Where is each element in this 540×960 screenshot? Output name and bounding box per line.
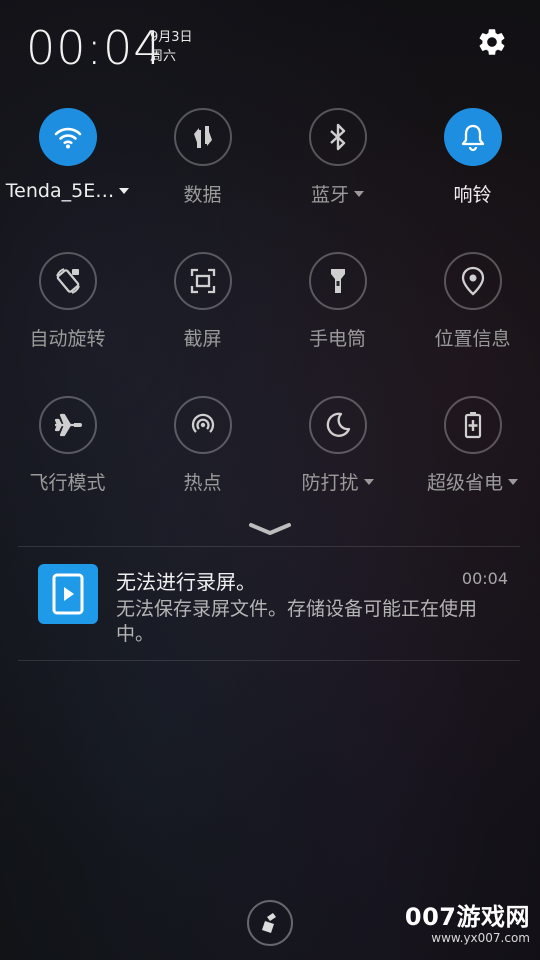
chevron-down-icon[interactable]	[119, 188, 130, 194]
notification-time: 00:04	[461, 569, 508, 588]
tile-auto-rotate-label: 自动旋转	[29, 328, 106, 350]
wifi-toggle[interactable]	[38, 108, 97, 166]
tile-bluetooth[interactable]: 蓝牙	[270, 108, 405, 207]
tile-mobile-data[interactable]: 数据	[135, 108, 270, 207]
tile-ringer-label: 响铃	[453, 184, 492, 206]
wifi-icon	[54, 127, 81, 149]
screenshot-toggle[interactable]	[173, 252, 232, 310]
notification-body: 无法保存录屏文件。存储设备可能正在使用中。	[116, 598, 478, 645]
tile-ringer[interactable]: 响铃	[405, 108, 540, 207]
hotspot-icon	[191, 413, 214, 433]
notification-app-icon	[38, 564, 98, 624]
tile-hotspot[interactable]: 热点	[135, 396, 270, 495]
divider	[18, 660, 520, 661]
tile-screenshot[interactable]: 截屏	[135, 252, 270, 351]
tile-do-not-disturb-label-text: 防打扰	[301, 472, 359, 494]
tile-bluetooth-label: 蓝牙	[311, 180, 364, 207]
weekday-text: 周六	[150, 49, 177, 64]
tile-wifi[interactable]: Tenda_5E…	[0, 108, 135, 202]
tile-auto-rotate[interactable]: 自动旋转	[0, 252, 135, 351]
tile-hotspot-label: 热点	[183, 472, 222, 494]
watermark-logo: 007游戏网 www.yx007.com	[405, 903, 530, 945]
tile-location-label: 位置信息	[434, 328, 511, 350]
tile-mobile-data-label: 数据	[183, 184, 222, 206]
bluetooth-icon	[329, 123, 345, 151]
clear-all-button[interactable]	[247, 900, 293, 946]
ringer-toggle[interactable]	[443, 108, 502, 166]
tile-screenshot-label: 截屏	[183, 328, 222, 350]
tile-do-not-disturb-label: 防打扰	[301, 468, 374, 495]
tile-do-not-disturb[interactable]: 防打扰	[270, 396, 405, 495]
hotspot-toggle[interactable]	[173, 396, 232, 454]
expand-handle-icon[interactable]	[247, 520, 293, 538]
tile-flashlight-label: 手电筒	[308, 328, 366, 350]
tile-wifi-label-text: Tenda_5E…	[5, 180, 115, 202]
settings-button[interactable]	[474, 24, 510, 60]
divider	[18, 546, 520, 547]
moon-icon	[326, 412, 350, 437]
flashlight-icon	[330, 269, 345, 293]
chevron-down-icon[interactable]	[363, 478, 374, 485]
tile-battery-saver[interactable]: 超级省电	[405, 396, 540, 495]
tile-wifi-label: Tenda_5E…	[5, 180, 130, 202]
tile-airplane[interactable]: 飞行模式	[0, 396, 135, 495]
flashlight-toggle[interactable]	[308, 252, 367, 310]
notification-title: 无法进行录屏。	[116, 570, 256, 594]
tile-bluetooth-label-text: 蓝牙	[310, 184, 349, 206]
watermark-url: www.yx007.com	[431, 931, 530, 945]
tile-flashlight[interactable]: 手电筒	[270, 252, 405, 351]
tile-battery-saver-label-text: 超级省电	[426, 472, 503, 494]
screen-record-icon	[52, 573, 84, 615]
broom-icon	[262, 913, 276, 933]
tile-location[interactable]: 位置信息	[405, 252, 540, 351]
battery-saver-toggle[interactable]	[443, 396, 502, 454]
do-not-disturb-toggle[interactable]	[308, 396, 367, 454]
notification-card[interactable]: 无法进行录屏。 00:04 无法保存录屏文件。存储设备可能正在使用中。	[18, 548, 520, 660]
gear-icon	[479, 29, 505, 55]
mobile-data-toggle[interactable]	[173, 108, 232, 166]
chevron-down-icon[interactable]	[354, 190, 364, 197]
bluetooth-toggle[interactable]	[308, 108, 367, 166]
bell-icon	[461, 124, 484, 152]
location-icon	[461, 266, 484, 296]
auto-rotate-icon	[55, 268, 80, 294]
date-text: 9月3日	[150, 30, 193, 45]
airplane-icon	[54, 413, 82, 437]
tile-battery-saver-label: 超级省电	[427, 468, 518, 495]
location-toggle[interactable]	[443, 252, 502, 310]
auto-rotate-toggle[interactable]	[38, 252, 97, 310]
screenshot-icon	[190, 268, 215, 294]
tile-airplane-label: 飞行模式	[29, 472, 106, 494]
chevron-down-icon[interactable]	[508, 478, 518, 485]
mobile-data-icon	[193, 126, 212, 148]
watermark-main: 007游戏网	[404, 903, 530, 931]
battery-saver-icon	[464, 412, 481, 439]
airplane-toggle[interactable]	[38, 396, 97, 454]
date-block: 9月3日 周六	[150, 28, 193, 66]
clock-time: 00:04	[26, 21, 164, 75]
